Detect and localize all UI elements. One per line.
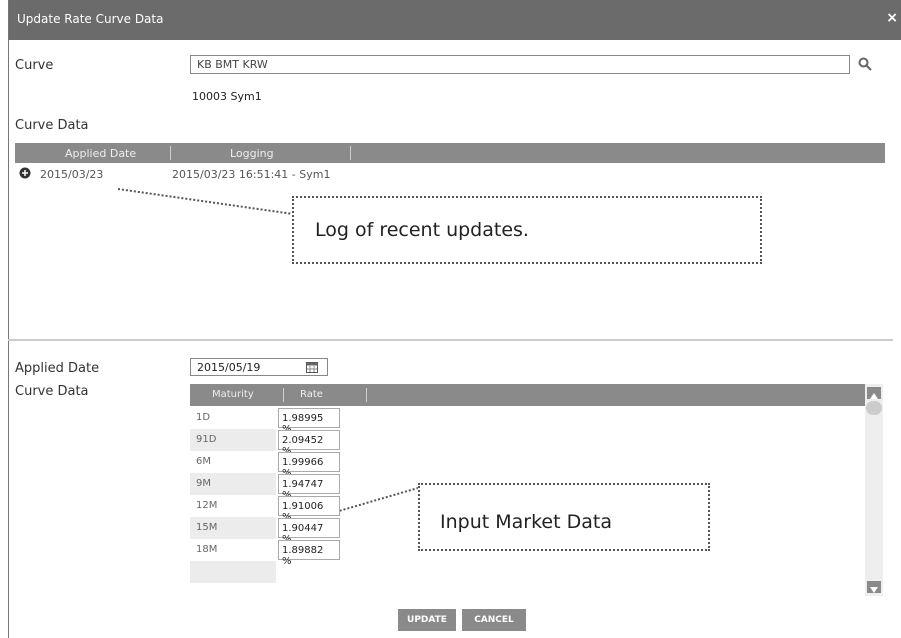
curve-data-label: Curve Data	[15, 118, 89, 133]
rate-input[interactable]: 1.99966 %	[278, 452, 340, 479]
scroll-thumb[interactable]	[866, 401, 882, 415]
maturity-cell	[190, 561, 276, 583]
rate-row: 6M 1.99966 %	[190, 451, 866, 479]
update-button[interactable]: UPDATE	[398, 609, 456, 631]
scroll-up-icon[interactable]	[867, 387, 881, 399]
log-callout-text: Log of recent updates.	[315, 219, 529, 241]
calendar-icon[interactable]	[306, 361, 318, 373]
section-divider	[8, 339, 893, 341]
column-separator	[170, 146, 171, 160]
rate-row	[190, 561, 866, 583]
curve-input[interactable]	[190, 55, 850, 74]
maturity-cell: 12M	[190, 495, 276, 517]
curve-data-input-label: Curve Data	[15, 384, 89, 399]
rate-input[interactable]: 1.90447 %	[278, 518, 340, 545]
input-callout-text: Input Market Data	[440, 511, 612, 533]
maturity-cell: 1D	[190, 407, 276, 429]
maturity-cell: 18M	[190, 539, 276, 561]
column-header-maturity[interactable]: Maturity	[212, 389, 254, 400]
maturity-cell: 91D	[190, 429, 276, 451]
rate-input[interactable]: 1.98995 %	[278, 408, 340, 435]
search-icon[interactable]	[857, 56, 873, 72]
maturity-cell: 15M	[190, 517, 276, 539]
rate-input[interactable]: 2.09452 %	[278, 430, 340, 457]
log-logging-entry: 2015/03/23 16:51:41 - Sym1	[172, 168, 331, 181]
dialog-title: Update Rate Curve Data	[17, 12, 164, 26]
applied-date-label: Applied Date	[15, 361, 100, 376]
rate-input[interactable]: 1.91006 %	[278, 496, 340, 523]
plus-icon[interactable]	[19, 167, 31, 179]
rate-table-scrollbar[interactable]	[865, 384, 883, 596]
curve-name: 10003 Sym1	[192, 90, 262, 103]
rate-input[interactable]: 1.89882 %	[278, 540, 340, 567]
column-header-rate[interactable]: Rate	[300, 389, 323, 400]
column-header-applied-date[interactable]: Applied Date	[65, 147, 136, 160]
column-separator	[350, 146, 351, 160]
rate-input[interactable]: 1.94747 %	[278, 474, 340, 501]
maturity-cell: 9M	[190, 473, 276, 495]
cancel-button[interactable]: CANCEL	[462, 609, 526, 631]
scroll-down-icon[interactable]	[867, 581, 881, 593]
log-table-header: Applied Date Logging	[15, 143, 885, 163]
column-separator	[283, 388, 284, 402]
maturity-cell: 6M	[190, 451, 276, 473]
column-header-logging[interactable]: Logging	[230, 147, 274, 160]
log-applied-date: 2015/03/23	[40, 168, 104, 181]
title-bar: Update Rate Curve Data ×	[9, 0, 901, 40]
rate-row: 1D 1.98995 %	[190, 407, 866, 435]
rate-table-header: Maturity Rate	[190, 384, 866, 406]
log-row[interactable]: 2015/03/23 2015/03/23 16:51:41 - Sym1	[15, 164, 885, 184]
close-icon[interactable]: ×	[886, 10, 898, 26]
rate-row: 91D 2.09452 %	[190, 429, 866, 457]
curve-label: Curve	[15, 58, 54, 73]
column-separator	[366, 388, 367, 402]
applied-date-value: 2015/05/19	[197, 361, 261, 374]
